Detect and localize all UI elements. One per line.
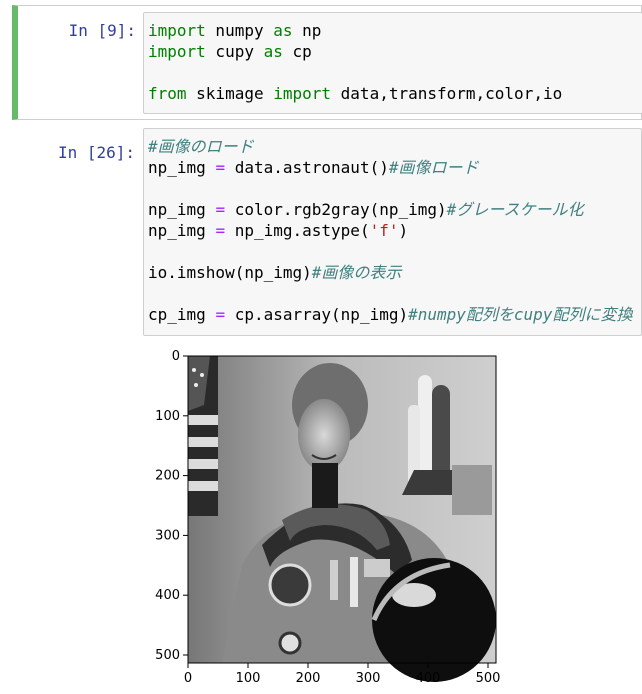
- y-tick-label: 100: [155, 409, 180, 424]
- code-token: np_img: [148, 158, 216, 177]
- x-tick-label: 100: [236, 671, 261, 686]
- x-tick-label: 300: [356, 671, 381, 686]
- code-token: =: [215, 221, 226, 240]
- x-tick-label: 200: [296, 671, 321, 686]
- code-cell-1[interactable]: In [9]: import numpy as np import cupy as…: [12, 5, 642, 120]
- input-prompt: In [9]:: [68, 21, 136, 40]
- y-tick-label: 400: [155, 588, 180, 603]
- x-tick-label: 0: [184, 671, 192, 686]
- y-tick-label: 500: [155, 648, 180, 663]
- input-prompt: In [26]:: [57, 143, 135, 162]
- code-line: import cupy as cp: [148, 41, 638, 62]
- output-plot: 0 100 200 300 400 500 0 100 200 300 400 500: [155, 349, 501, 686]
- code-comment: #画像の表示: [311, 263, 402, 282]
- code-token: data,transform,color,io: [331, 84, 563, 103]
- code-token: np_img.astype(: [225, 221, 370, 240]
- code-token: color.rgb2gray(np_img): [225, 200, 447, 219]
- code-line: import numpy as np: [148, 20, 638, 41]
- code-comment: #画像ロード: [388, 158, 479, 177]
- code-line: np_img = data.astronaut() #画像ロード: [148, 157, 637, 178]
- cell-output: 0 100 200 300 400 500 0 100 200 300 400 500: [152, 345, 502, 690]
- code-token: 'f': [369, 221, 399, 240]
- code-keyword: import: [273, 84, 332, 103]
- code-token: =: [215, 158, 226, 177]
- code-line: #画像のロード: [148, 136, 637, 157]
- code-keyword: import: [148, 42, 206, 61]
- code-token: cp: [282, 42, 312, 61]
- code-input[interactable]: #画像のロード np_img = data.astronaut() #画像ロード np…: [143, 128, 642, 336]
- code-token: cp.asarray(np_img): [225, 305, 409, 324]
- code-token: cupy: [205, 42, 264, 61]
- code-token: io.imshow(np_img): [148, 263, 312, 282]
- code-keyword: from: [148, 84, 187, 103]
- code-token: =: [215, 305, 226, 324]
- code-token: numpy: [205, 21, 274, 40]
- code-keyword: as: [273, 21, 293, 40]
- code-token: cp_img: [148, 305, 216, 324]
- x-tick-label: 400: [416, 671, 441, 686]
- code-token: skimage: [186, 84, 274, 103]
- y-tick-label: 0: [172, 349, 180, 364]
- code-token: np_img: [148, 221, 216, 240]
- y-tick-label: 300: [155, 528, 180, 543]
- code-line: io.imshow(np_img) #画像の表示: [148, 262, 637, 283]
- code-input[interactable]: import numpy as np import cupy as cp from …: [143, 12, 642, 114]
- astronaut-image: [187, 355, 497, 682]
- code-line: np_img = np_img.astype('f'): [148, 220, 637, 241]
- x-tick-label: 500: [476, 671, 501, 686]
- y-axis: 0 100 200 300 400 500: [155, 349, 188, 663]
- code-keyword: as: [263, 42, 283, 61]
- code-comment: #画像のロード: [148, 137, 254, 156]
- code-comment: #numpy配列をcupy配列に変換: [408, 305, 633, 324]
- code-keyword: import: [148, 21, 206, 40]
- code-token: =: [215, 200, 226, 219]
- code-cell-2[interactable]: In [26]: #画像のロード np_img = data.astronaut(…: [12, 128, 642, 338]
- code-line: cp_img = cp.asarray(np_img) #numpy配列をcupy…: [148, 304, 637, 325]
- code-token: data.astronaut(): [225, 158, 389, 177]
- code-token: np: [292, 21, 322, 40]
- code-line: np_img = color.rgb2gray(np_img) #グレースケール化: [148, 199, 637, 220]
- code-token: np_img: [148, 200, 216, 219]
- code-token: ): [398, 221, 409, 240]
- flag-graphic: [188, 356, 218, 516]
- code-comment: #グレースケール化: [446, 200, 584, 219]
- y-tick-label: 200: [155, 469, 180, 484]
- code-line: from skimage import data,transform,color…: [148, 83, 638, 104]
